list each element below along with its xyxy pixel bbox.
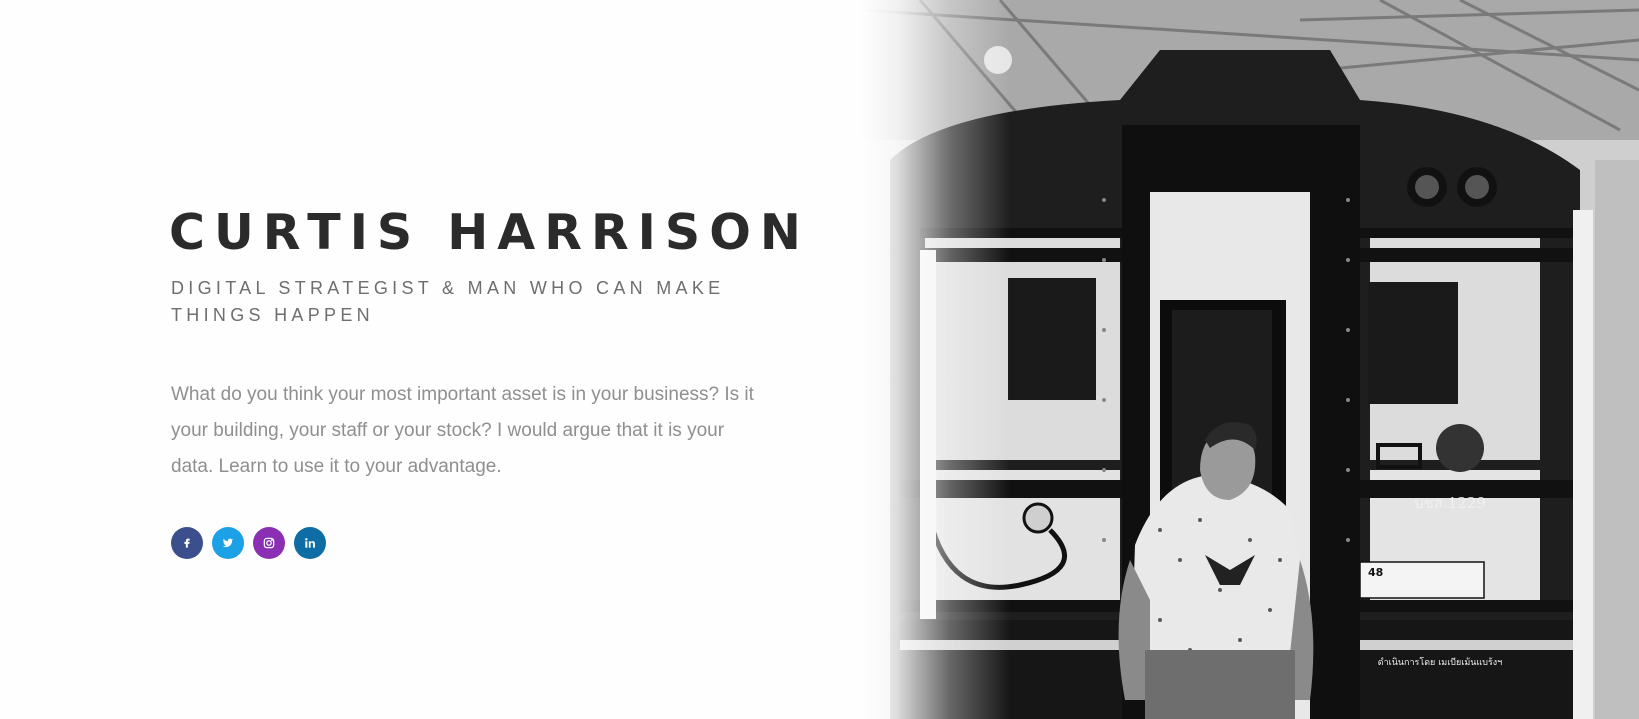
plate-number: 48: [1368, 566, 1383, 579]
train-number: บชส.1229: [1414, 494, 1486, 512]
social-links: [171, 527, 771, 559]
instagram-icon: [262, 536, 276, 550]
hero-section: CURTIS HARRISON DIGITAL STRATEGIST & MAN…: [0, 0, 1639, 719]
hero-intro: What do you think your most important as…: [171, 384, 754, 477]
panel-text: ดำเนินการโดย เมเบียเม้นแบร้งฯ: [1378, 657, 1502, 668]
twitter-button[interactable]: [212, 527, 244, 559]
facebook-icon: [180, 536, 194, 550]
hero-tagline: DIGITAL STRATEGIST & MAN WHO CAN MAKE TH…: [171, 278, 725, 325]
hero-content: CURTIS HARRISON DIGITAL STRATEGIST & MAN…: [169, 200, 810, 559]
linkedin-button[interactable]: [294, 527, 326, 559]
linkedin-icon: [303, 536, 317, 550]
hero-name: CURTIS HARRISON: [169, 204, 810, 261]
facebook-button[interactable]: [171, 527, 203, 559]
twitter-icon: [221, 536, 235, 550]
hero-photo: บชส.1229 48 ดำเนินการโดย เมเบียเม้นแบร้ง…: [860, 0, 1639, 719]
instagram-button[interactable]: [253, 527, 285, 559]
